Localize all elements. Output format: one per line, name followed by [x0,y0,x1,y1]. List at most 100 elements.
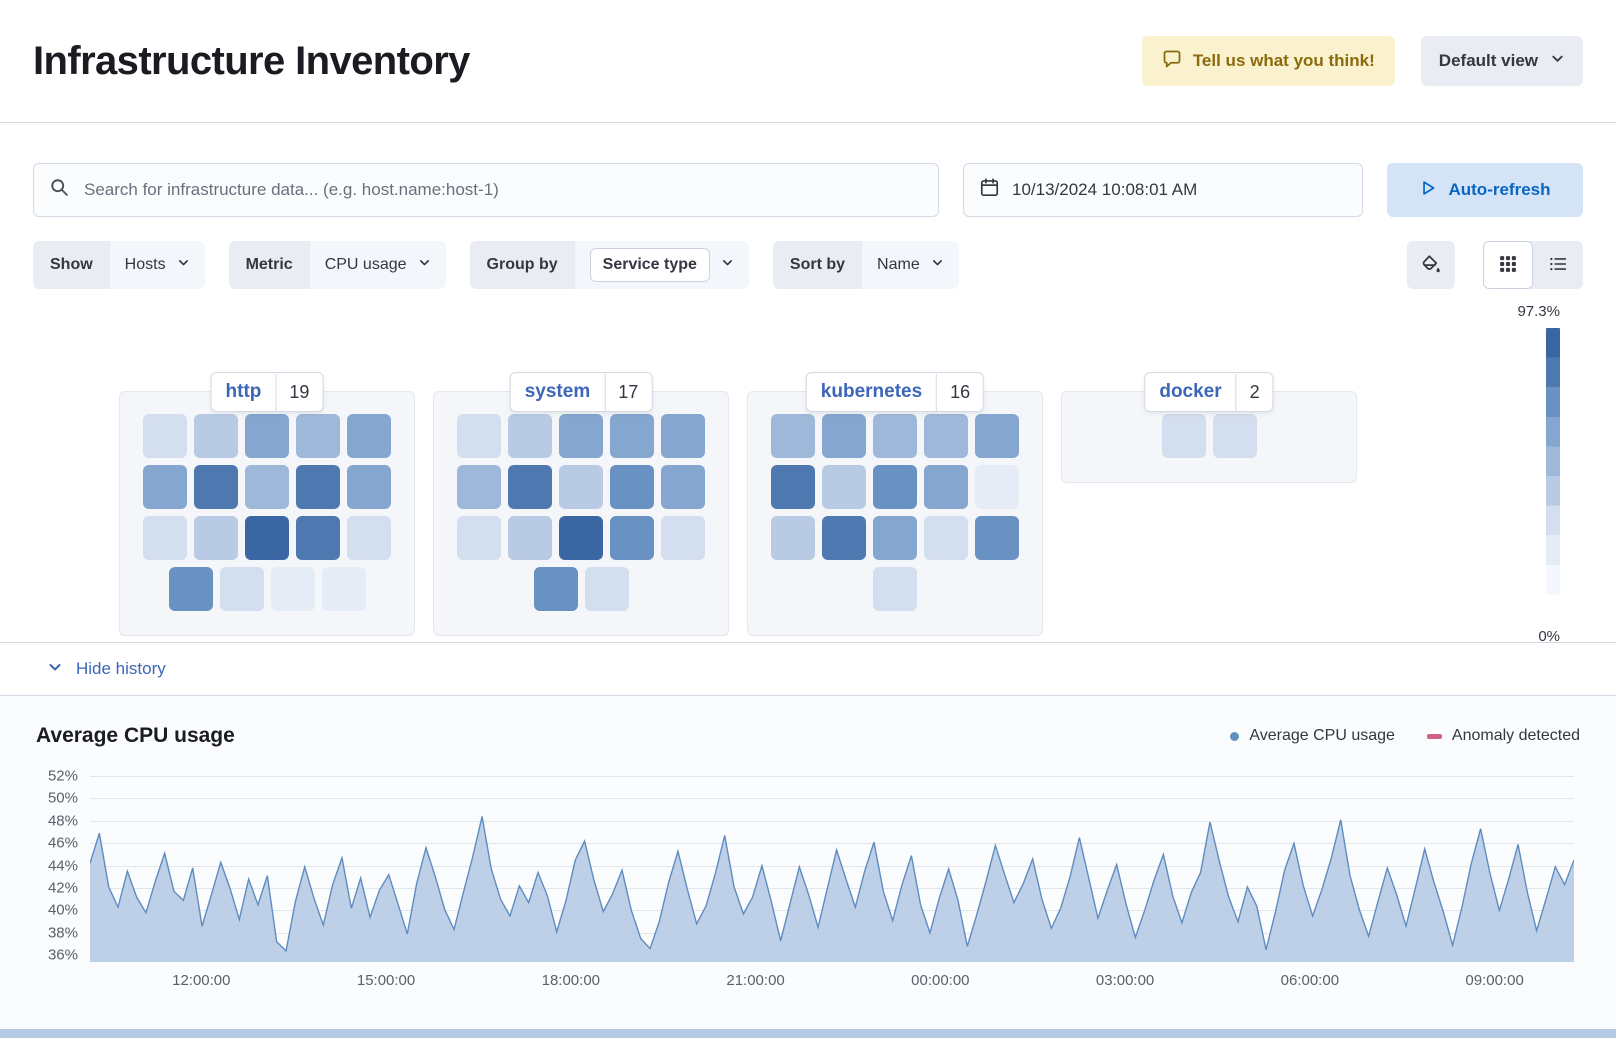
host-node[interactable] [661,465,705,509]
auto-refresh-button[interactable]: Auto-refresh [1387,163,1583,217]
host-node[interactable] [245,414,289,458]
host-node[interactable] [873,516,917,560]
host-node[interactable] [194,516,238,560]
host-node[interactable] [559,414,603,458]
host-node[interactable] [143,465,187,509]
host-node[interactable] [559,465,603,509]
series-dot-marker [1230,732,1239,741]
host-node[interactable] [924,414,968,458]
host-node[interactable] [508,516,552,560]
feedback-button[interactable]: Tell us what you think! [1142,36,1395,86]
page-title: Infrastructure Inventory [33,39,470,84]
group-count: 16 [936,374,983,411]
host-node[interactable] [661,516,705,560]
host-node[interactable] [457,465,501,509]
y-axis-label: 44% [48,857,78,874]
host-node[interactable] [559,516,603,560]
group-count: 2 [1236,374,1273,411]
waffle-map-section: http19system17kubernetes16docker2 97.3% … [0,289,1616,642]
host-node[interactable] [347,465,391,509]
host-node[interactable] [457,516,501,560]
legend-max-value: 97.3% [1517,303,1560,320]
group-by-control: Group by Service type [470,241,749,289]
x-axis-label: 09:00:00 [1465,972,1523,989]
show-label: Show [33,241,110,289]
host-node[interactable] [245,465,289,509]
view-controls [1407,241,1583,289]
metric-select-value: CPU usage [325,256,407,274]
host-node[interactable] [347,516,391,560]
y-axis-label: 46% [48,835,78,852]
group-name-link[interactable]: docker [1145,373,1235,411]
host-node[interactable] [508,465,552,509]
group-name-link[interactable]: kubernetes [807,373,936,411]
host-node[interactable] [1162,414,1206,458]
host-node[interactable] [194,465,238,509]
host-node[interactable] [271,567,315,611]
group-count: 17 [604,374,651,411]
host-node[interactable] [296,516,340,560]
host-node[interactable] [975,414,1019,458]
legend-min-value: 0% [1538,628,1560,645]
host-node[interactable] [822,414,866,458]
sort-by-select[interactable]: Name [862,241,959,289]
host-node[interactable] [610,414,654,458]
host-node[interactable] [924,465,968,509]
host-node[interactable] [771,516,815,560]
host-node[interactable] [534,567,578,611]
host-node[interactable] [508,414,552,458]
group-name-link[interactable]: http [212,373,276,411]
show-select[interactable]: Hosts [110,241,205,289]
waffle-group-http: http19 [119,391,415,636]
host-node[interactable] [585,567,629,611]
y-axis-label: 40% [48,902,78,919]
table-view-button[interactable] [1533,241,1583,289]
host-node[interactable] [610,516,654,560]
host-node[interactable] [143,414,187,458]
history-toggle[interactable]: Hide history [0,642,1616,696]
metric-select[interactable]: CPU usage [310,241,446,289]
host-node[interactable] [924,516,968,560]
host-node[interactable] [245,516,289,560]
host-node[interactable] [661,414,705,458]
host-node[interactable] [822,465,866,509]
chart-legend: Average CPU usage Anomaly detected [1230,727,1580,745]
host-node[interactable] [873,465,917,509]
paint-fill-icon [1421,254,1441,277]
host-node[interactable] [975,465,1019,509]
host-node[interactable] [220,567,264,611]
host-node[interactable] [194,414,238,458]
host-node[interactable] [610,465,654,509]
view-selector-button[interactable]: Default view [1421,36,1583,86]
date-picker-value: 10/13/2024 10:08:01 AM [1012,180,1197,200]
host-node[interactable] [347,414,391,458]
chevron-down-icon [47,659,63,680]
host-node[interactable] [771,414,815,458]
host-node[interactable] [873,414,917,458]
host-node[interactable] [296,414,340,458]
grid-view-button[interactable] [1483,241,1533,289]
table-view-icon [1549,255,1567,276]
host-node[interactable] [169,567,213,611]
legend-options-button[interactable] [1407,241,1455,289]
host-node[interactable] [822,516,866,560]
chevron-down-icon [177,256,190,274]
y-axis-label: 48% [48,812,78,829]
legend-item[interactable]: Anomaly detected [1427,727,1580,745]
legend-item[interactable]: Average CPU usage [1230,727,1395,745]
group-name-link[interactable]: system [511,373,605,411]
host-node[interactable] [873,567,917,611]
date-picker-button[interactable]: 10/13/2024 10:08:01 AM [963,163,1363,217]
group-by-select[interactable]: Service type [575,241,749,289]
host-node[interactable] [143,516,187,560]
y-axis-label: 50% [48,790,78,807]
host-node[interactable] [771,465,815,509]
host-node[interactable] [322,567,366,611]
sort-by-label: Sort by [773,241,862,289]
host-node[interactable] [1213,414,1257,458]
plot-region [90,766,1574,962]
host-node[interactable] [975,516,1019,560]
host-node[interactable] [457,414,501,458]
search-input[interactable] [82,179,922,201]
host-node[interactable] [296,465,340,509]
